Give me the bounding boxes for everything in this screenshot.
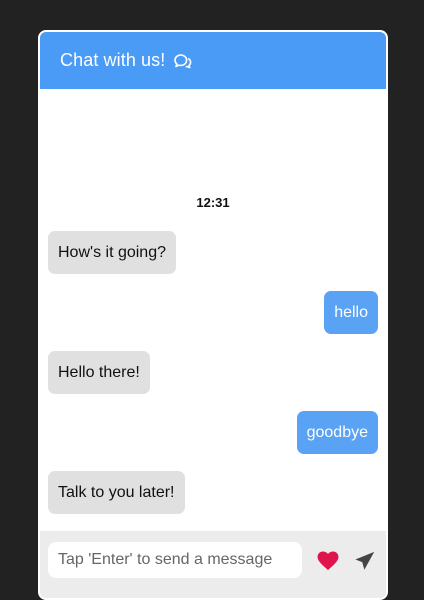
chat-title: Chat with us! <box>60 50 166 70</box>
message-bubble-incoming: How's it going? <box>48 231 176 274</box>
message-timestamp: 12:31 <box>196 195 230 210</box>
heart-icon[interactable] <box>316 549 340 573</box>
message-bubble-incoming: Talk to you later! <box>48 471 185 514</box>
message-composer <box>40 531 386 598</box>
chat-bubbles-icon <box>173 53 192 69</box>
message-input[interactable] <box>48 542 302 578</box>
send-icon[interactable] <box>353 549 377 573</box>
message-bubble-outgoing: goodbye <box>296 411 378 454</box>
message-bubble-incoming: Hello there! <box>48 351 150 394</box>
chat-header: Chat with us! <box>40 32 386 89</box>
message-bubble-outgoing: hello <box>324 291 378 334</box>
chat-window: Chat with us! 12:31 How's it going? hell… <box>38 30 388 600</box>
